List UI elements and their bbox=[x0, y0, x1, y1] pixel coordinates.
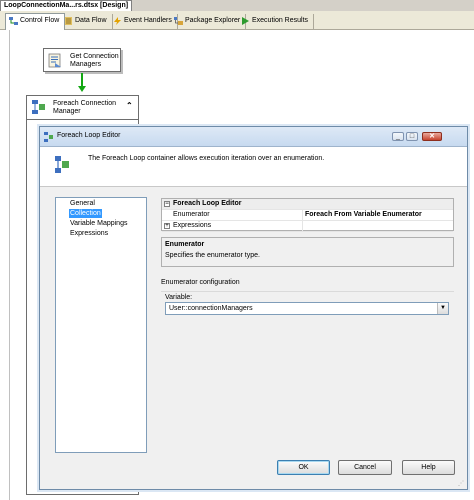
precedence-arrow-icon bbox=[78, 86, 86, 92]
description-body: Specifies the enumerator type. bbox=[165, 252, 260, 259]
container-label: Foreach Connection Manager bbox=[53, 100, 117, 115]
chevron-down-icon[interactable]: ▼ bbox=[437, 303, 448, 314]
nav-item-expressions[interactable]: Expressions bbox=[69, 229, 109, 238]
foreach-container-header[interactable]: Foreach Connection Manager ⌃ bbox=[27, 96, 138, 120]
variable-value: User::connectionManagers bbox=[169, 305, 253, 312]
foreach-loop-icon bbox=[44, 132, 53, 142]
grid-row-expressions[interactable]: + Expressions bbox=[162, 221, 453, 232]
grid-category-label: Foreach Loop Editor bbox=[173, 200, 242, 207]
package-explorer-icon bbox=[174, 17, 183, 25]
script-task-icon bbox=[48, 53, 61, 68]
nav-item-collection[interactable]: Collection bbox=[69, 209, 102, 218]
property-description-panel: Enumerator Specifies the enumerator type… bbox=[161, 237, 454, 267]
foreach-loop-icon bbox=[55, 156, 69, 173]
variable-dropdown[interactable]: User::connectionManagers ▼ bbox=[165, 302, 449, 315]
document-tab-strip: LoopConnectionMa...rs.dtsx [Design] bbox=[0, 0, 474, 11]
expand-icon[interactable]: + bbox=[164, 223, 170, 229]
tab-data-flow[interactable]: Data Flow bbox=[61, 14, 113, 29]
variable-label: Variable: bbox=[165, 294, 193, 301]
foreach-loop-icon bbox=[32, 100, 45, 114]
tab-label: Package Explorer bbox=[185, 17, 241, 24]
nav-item-variable-mappings[interactable]: Variable Mappings bbox=[69, 219, 128, 228]
execution-results-icon bbox=[242, 17, 249, 25]
maximize-button[interactable]: □ bbox=[406, 132, 418, 141]
collapse-category-icon[interactable]: − bbox=[164, 201, 170, 207]
property-grid: − Foreach Loop Editor Enumerator Foreach… bbox=[161, 198, 454, 232]
grid-category-row[interactable]: − Foreach Loop Editor bbox=[162, 199, 453, 210]
collapse-icon[interactable]: ⌃ bbox=[126, 101, 134, 110]
group-label: Enumerator configuration bbox=[161, 279, 240, 286]
tab-label: Execution Results bbox=[252, 17, 309, 24]
help-button[interactable]: Help bbox=[402, 460, 455, 475]
banner-text: The Foreach Loop container allows execut… bbox=[88, 155, 325, 162]
tab-execution-results[interactable]: Execution Results bbox=[238, 14, 315, 29]
task-label: Get Connection Managers bbox=[70, 53, 119, 68]
ok-button[interactable]: OK bbox=[277, 460, 330, 475]
grid-row-enumerator[interactable]: Enumerator Foreach From Variable Enumera… bbox=[162, 210, 453, 221]
data-flow-icon bbox=[65, 17, 72, 25]
control-flow-icon bbox=[9, 17, 18, 25]
event-handlers-icon bbox=[114, 17, 121, 25]
get-connection-managers-task[interactable]: Get Connection Managers bbox=[43, 48, 121, 72]
tab-label: Control Flow bbox=[20, 17, 60, 24]
dialog-title-bar[interactable]: Foreach Loop Editor _ □ ✕ bbox=[40, 127, 467, 147]
resize-grip-icon[interactable]: ⋰ bbox=[458, 480, 466, 488]
tab-label: Event Handlers bbox=[124, 17, 172, 24]
property-value-enumerator[interactable]: Foreach From Variable Enumerator bbox=[302, 210, 453, 220]
property-name: Enumerator bbox=[173, 211, 210, 218]
cancel-button[interactable]: Cancel bbox=[338, 460, 392, 475]
nav-item-general[interactable]: General bbox=[69, 199, 96, 208]
dialog-banner: The Foreach Loop container allows execut… bbox=[40, 147, 467, 187]
page-navigation-list: General Collection Variable Mappings Exp… bbox=[55, 197, 147, 453]
document-tab[interactable]: LoopConnectionMa...rs.dtsx [Design] bbox=[0, 0, 133, 11]
enumerator-configuration-group: Enumerator configuration Variable: User:… bbox=[161, 273, 454, 453]
group-divider bbox=[161, 291, 454, 292]
tab-label: Data Flow bbox=[75, 17, 107, 24]
foreach-loop-editor-dialog: Foreach Loop Editor _ □ ✕ The Foreach Lo… bbox=[39, 126, 468, 490]
description-title: Enumerator bbox=[165, 241, 205, 248]
tab-control-flow[interactable]: Control Flow bbox=[5, 13, 66, 30]
dialog-title: Foreach Loop Editor bbox=[57, 132, 121, 139]
property-value-expressions[interactable] bbox=[302, 221, 453, 231]
minimize-button[interactable]: _ bbox=[392, 132, 404, 141]
designer-tab-bar: Control Flow Data Flow Event Handlers Pa… bbox=[0, 11, 474, 30]
tab-event-handlers[interactable]: Event Handlers bbox=[110, 14, 178, 29]
surface-left-gutter bbox=[0, 30, 10, 500]
tab-package-explorer[interactable]: Package Explorer bbox=[171, 14, 247, 29]
close-button[interactable]: ✕ bbox=[422, 132, 442, 141]
property-name: Expressions bbox=[173, 222, 212, 229]
